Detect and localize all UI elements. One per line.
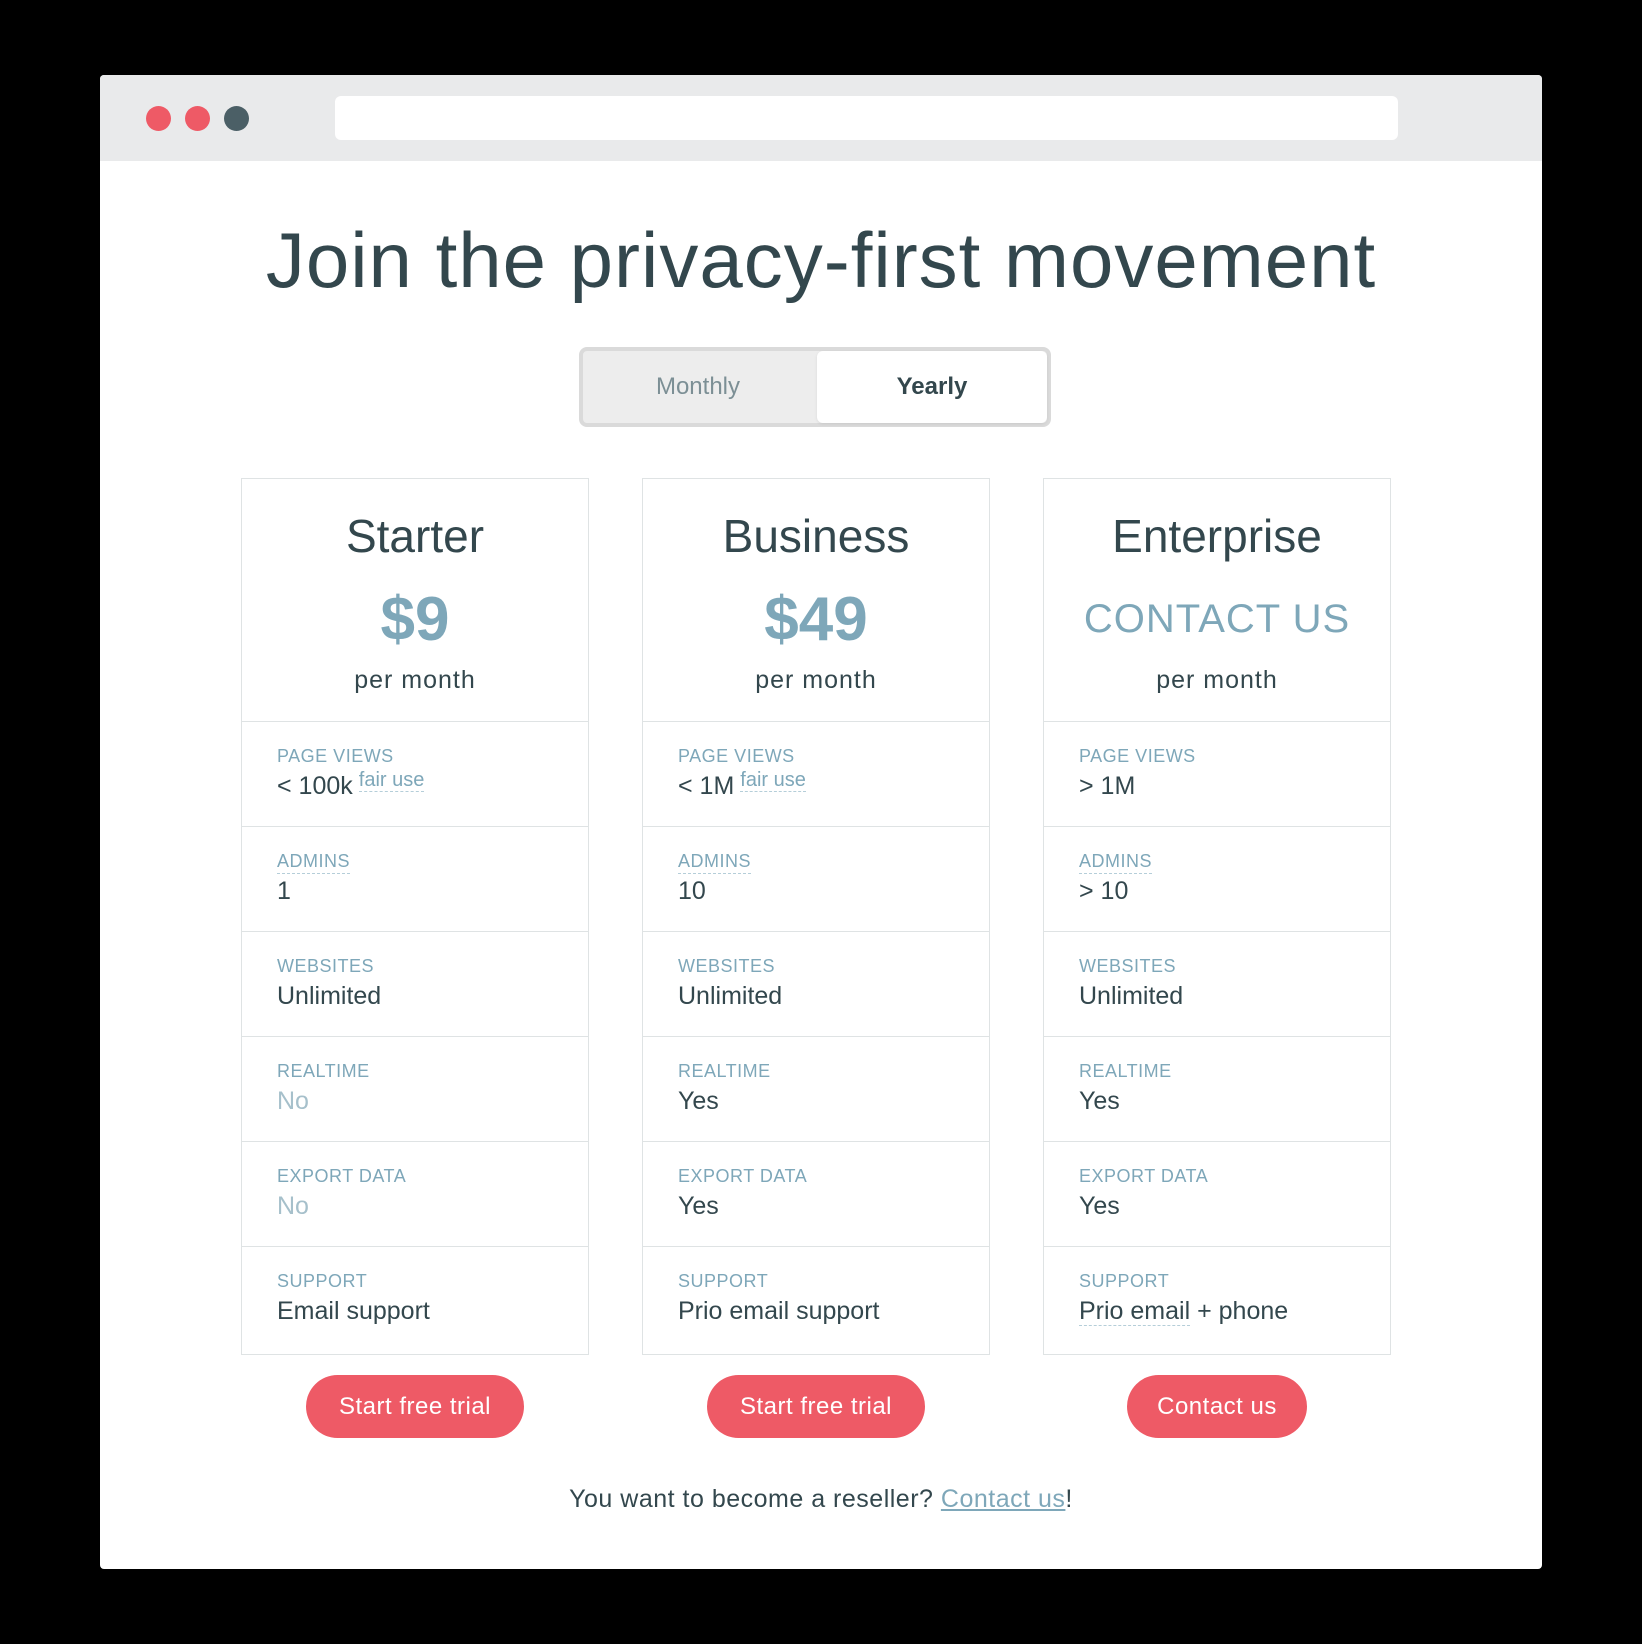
feature-label: SUPPORT <box>1079 1271 1170 1291</box>
feature-value: Prio email support <box>678 1297 880 1325</box>
prio-email-tooltip[interactable]: Prio email <box>1079 1297 1191 1326</box>
feature-value: No <box>277 1192 309 1220</box>
feature-label: REALTIME <box>277 1061 370 1081</box>
plan-card-business: Business $49 per month PAGE VIEWS < 1M fa… <box>642 478 990 1355</box>
minimize-window-button[interactable] <box>185 106 210 131</box>
business-start-free-trial-button[interactable]: Start free trial <box>707 1375 925 1438</box>
plan-price: $9 <box>380 585 450 654</box>
feature-realtime: REALTIME No <box>242 1037 588 1142</box>
plan-period: per month <box>755 666 877 694</box>
feature-value: < 1M fair use <box>678 769 806 800</box>
feature-label: PAGE VIEWS <box>1079 746 1196 766</box>
fair-use-tooltip[interactable]: fair use <box>358 769 425 792</box>
browser-window: Join the privacy-first movement Monthly … <box>100 75 1542 1569</box>
feature-export-data: EXPORT DATA Yes <box>643 1142 989 1247</box>
plan-header: Business $49 per month <box>643 479 989 722</box>
plan-period: per month <box>354 666 476 694</box>
feature-support: SUPPORT Prio email + phone <box>1044 1247 1390 1352</box>
close-window-button[interactable] <box>146 106 171 131</box>
feature-value: > 10 <box>1079 877 1129 905</box>
browser-titlebar <box>100 75 1542 161</box>
feature-websites: WEBSITES Unlimited <box>242 932 588 1037</box>
feature-export-data: EXPORT DATA Yes <box>1044 1142 1390 1247</box>
feature-realtime: REALTIME Yes <box>1044 1037 1390 1142</box>
feature-label: EXPORT DATA <box>1079 1166 1209 1186</box>
reseller-suffix: ! <box>1065 1485 1073 1513</box>
page-title: Join the privacy-first movement <box>265 216 1377 304</box>
feature-page-views: PAGE VIEWS > 1M <box>1044 722 1390 827</box>
feature-support: SUPPORT Email support <box>242 1247 588 1352</box>
reseller-text: You want to become a reseller? <box>569 1485 941 1513</box>
plan-card-enterprise: Enterprise CONTACT US per month PAGE VIE… <box>1043 478 1391 1355</box>
enterprise-contact-us-button[interactable]: Contact us <box>1127 1375 1307 1438</box>
feature-value: 1 <box>277 877 291 905</box>
feature-label: REALTIME <box>678 1061 771 1081</box>
feature-value: No <box>277 1087 309 1115</box>
feature-label: PAGE VIEWS <box>678 746 795 766</box>
feature-label: WEBSITES <box>678 956 776 976</box>
plan-header: Starter $9 per month <box>242 479 588 722</box>
plan-period: per month <box>1156 666 1278 694</box>
feature-label: SUPPORT <box>678 1271 769 1291</box>
feature-value: > 1M <box>1079 772 1136 800</box>
feature-label[interactable]: ADMINS <box>678 851 752 874</box>
feature-label: REALTIME <box>1079 1061 1172 1081</box>
feature-websites: WEBSITES Unlimited <box>1044 932 1390 1037</box>
plan-name: Starter <box>345 510 485 562</box>
feature-admins: ADMINS > 10 <box>1044 827 1390 932</box>
feature-value: 10 <box>678 877 706 905</box>
feature-label: PAGE VIEWS <box>277 746 394 766</box>
feature-value: Yes <box>1079 1087 1120 1115</box>
feature-realtime: REALTIME Yes <box>643 1037 989 1142</box>
feature-value: Email support <box>277 1297 430 1325</box>
feature-admins: ADMINS 10 <box>643 827 989 932</box>
billing-monthly-option[interactable]: Monthly <box>583 351 813 423</box>
feature-value: Yes <box>1079 1192 1120 1220</box>
reseller-note: You want to become a reseller? Contact u… <box>100 1485 1542 1514</box>
plan-header: Enterprise CONTACT US per month <box>1044 479 1390 722</box>
plan-price: CONTACT US <box>1083 597 1351 641</box>
feature-label: WEBSITES <box>277 956 375 976</box>
billing-period-toggle: Monthly Yearly <box>579 347 1051 427</box>
feature-page-views: PAGE VIEWS < 1M fair use <box>643 722 989 827</box>
feature-value: Yes <box>678 1087 719 1115</box>
feature-value: Unlimited <box>277 982 382 1010</box>
reseller-contact-link[interactable]: Contact us <box>941 1485 1066 1513</box>
feature-label: SUPPORT <box>277 1271 368 1291</box>
plan-name: Enterprise <box>1112 510 1322 562</box>
feature-label: WEBSITES <box>1079 956 1177 976</box>
feature-export-data: EXPORT DATA No <box>242 1142 588 1247</box>
feature-support: SUPPORT Prio email support <box>643 1247 989 1352</box>
fair-use-tooltip[interactable]: fair use <box>740 769 806 792</box>
feature-page-views: PAGE VIEWS < 100k fair use <box>242 722 588 827</box>
address-bar[interactable] <box>335 96 1398 140</box>
feature-label: EXPORT DATA <box>277 1166 407 1186</box>
starter-start-free-trial-button[interactable]: Start free trial <box>306 1375 524 1438</box>
feature-admins: ADMINS 1 <box>242 827 588 932</box>
billing-yearly-option[interactable]: Yearly <box>817 351 1047 423</box>
feature-websites: WEBSITES Unlimited <box>643 932 989 1037</box>
feature-label[interactable]: ADMINS <box>1079 851 1153 874</box>
feature-value: Prio email + phone <box>1079 1297 1289 1326</box>
feature-value: Yes <box>678 1192 719 1220</box>
maximize-window-button[interactable] <box>224 106 249 131</box>
plan-name: Business <box>722 510 910 562</box>
feature-value: < 100k fair use <box>277 769 425 800</box>
feature-label: EXPORT DATA <box>678 1166 808 1186</box>
plan-price: $49 <box>764 585 868 654</box>
plan-card-starter: Starter $9 per month PAGE VIEWS < 100k fa… <box>241 478 589 1355</box>
feature-value: Unlimited <box>678 982 783 1010</box>
feature-label[interactable]: ADMINS <box>277 851 351 874</box>
feature-value: Unlimited <box>1079 982 1184 1010</box>
